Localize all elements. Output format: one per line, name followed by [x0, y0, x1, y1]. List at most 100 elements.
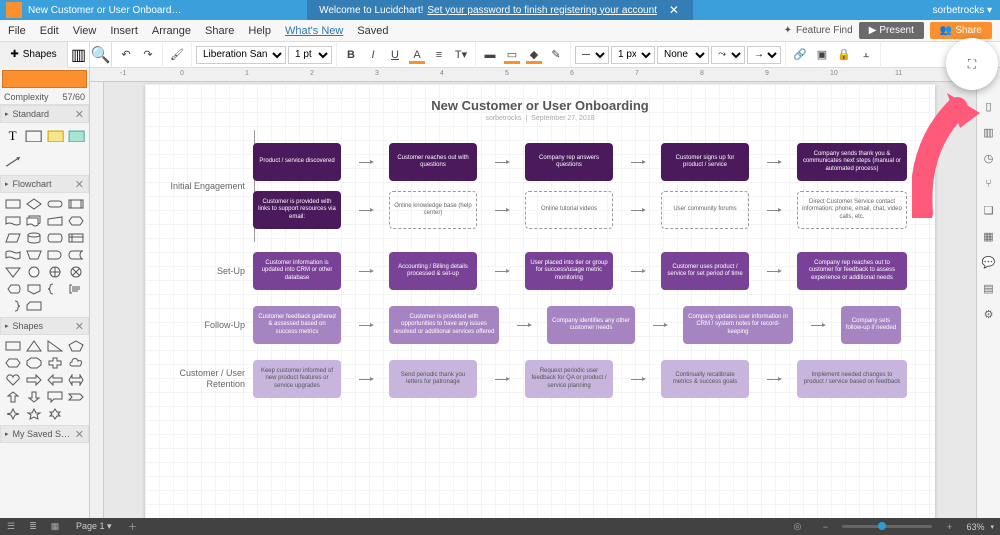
papertape-shape[interactable] [4, 248, 22, 262]
text-color-icon[interactable]: A [407, 45, 427, 65]
darrow-shape[interactable] [25, 390, 43, 404]
flow-box[interactable]: Company updates user information in CRM … [683, 306, 793, 344]
close-icon[interactable]: ✕ [75, 178, 84, 191]
line-color-icon[interactable]: ✎ [546, 45, 566, 65]
close-icon[interactable]: ✕ [75, 428, 84, 441]
text-tool-icon[interactable]: T [4, 127, 21, 145]
add-page-icon[interactable]: ＋ [122, 518, 144, 535]
present-layers-icon[interactable]: ▤ [981, 280, 997, 296]
flow-box[interactable]: Request periodic user feedback for QA or… [525, 360, 613, 398]
star5-shape[interactable] [25, 407, 43, 421]
zoom-slider[interactable] [842, 525, 932, 528]
phase-label[interactable]: Set-Up [163, 266, 253, 277]
lock-icon[interactable]: 🔒 [834, 45, 854, 65]
menu-insert[interactable]: Insert [110, 25, 138, 37]
redo-icon[interactable]: ↷ [138, 45, 158, 65]
line-width-select[interactable]: 1 px [611, 46, 655, 64]
flow-box[interactable]: Implement needed changes to product / se… [797, 360, 907, 398]
slides-icon[interactable]: ▥ [981, 124, 997, 140]
stored-data-shape[interactable] [67, 248, 85, 262]
uarrow-shape[interactable] [4, 390, 22, 404]
triangle-shape[interactable] [25, 339, 43, 353]
data-icon[interactable]: ⚙ [981, 306, 997, 322]
flow-box[interactable]: Accounting / Billing details processed &… [389, 252, 477, 290]
flow-box[interactable]: User placed into tier or group for succe… [525, 252, 613, 290]
italic-icon[interactable]: I [363, 45, 383, 65]
zoom-in-icon[interactable]: + [938, 518, 960, 535]
star6-shape[interactable] [46, 407, 64, 421]
octagon-shape[interactable] [25, 356, 43, 370]
preparation-shape[interactable] [67, 214, 85, 228]
page-title[interactable]: New Customer or User Onboarding [163, 98, 917, 113]
font-size-select[interactable]: 1 pt [288, 46, 332, 64]
page[interactable]: New Customer or User Onboarding sorbetro… [145, 84, 935, 518]
magnet-icon[interactable]: ⫠ [856, 45, 876, 65]
close-icon[interactable]: ✕ [667, 3, 681, 17]
callout-shape[interactable] [46, 390, 64, 404]
merge-shape[interactable] [4, 265, 22, 279]
flow-box[interactable]: Direct Customer Service contact informat… [797, 191, 907, 229]
present-button[interactable]: ▶Present [859, 22, 924, 39]
flow-box[interactable]: Product / service discovered [253, 143, 341, 181]
section-shapes[interactable]: ▸Shapes✕ [0, 317, 89, 335]
section-standard[interactable]: ▸Standard✕ [0, 105, 89, 123]
paint-format-icon[interactable]: 🖌 [167, 45, 187, 65]
flow-box[interactable]: Send periodic thank you letters for patr… [389, 360, 477, 398]
rarrow-shape[interactable] [25, 373, 43, 387]
menu-help[interactable]: Help [248, 25, 271, 37]
layers-icon[interactable]: ▣ [812, 45, 832, 65]
flow-box[interactable]: Company sets follow-up if needed [841, 306, 901, 344]
menu-edit[interactable]: Edit [40, 25, 59, 37]
pentagon-shape[interactable] [67, 339, 85, 353]
note-tool-icon[interactable] [47, 127, 64, 145]
delay-shape[interactable] [46, 248, 64, 262]
clock-icon[interactable]: ◷ [981, 150, 997, 166]
display-shape[interactable] [4, 282, 22, 296]
lrarrow-shape[interactable] [67, 373, 85, 387]
flow-box[interactable]: Company identifies any other customer ne… [547, 306, 635, 344]
rectangle-shape[interactable] [4, 339, 22, 353]
fullscreen-icon[interactable]: ⛶ [968, 57, 976, 72]
flow-box[interactable]: Keep customer informed of new product fe… [253, 360, 341, 398]
grid-icon[interactable]: ▦ [981, 228, 997, 244]
process-shape[interactable] [4, 197, 22, 211]
rect-tool-icon[interactable] [25, 127, 42, 145]
heart-shape[interactable] [4, 373, 22, 387]
lstep-shape[interactable] [67, 390, 85, 404]
star4-shape[interactable] [4, 407, 22, 421]
link-icon[interactable]: 🔗 [790, 45, 810, 65]
menu-view[interactable]: View [73, 25, 97, 37]
hexagon-shape[interactable] [4, 356, 22, 370]
direct-data-shape[interactable] [46, 231, 64, 245]
locate-icon[interactable]: ◎ [786, 518, 808, 535]
page-icon[interactable]: ▯ [981, 98, 997, 114]
layers-toggle-icon[interactable]: ☰ [0, 518, 22, 535]
arrow-end-select[interactable]: → [747, 46, 781, 64]
manual-input-shape[interactable] [46, 214, 64, 228]
branch-icon[interactable]: ⑂ [981, 176, 997, 192]
doc-title[interactable]: New Customer or User Onboard… [28, 5, 181, 16]
flow-box[interactable]: Customer signs up for product / service [661, 143, 749, 181]
flow-box[interactable]: Company rep reaches out to customer for … [797, 252, 907, 290]
align-icon[interactable]: ≡ [429, 45, 449, 65]
section-flowchart[interactable]: ▸Flowchart✕ [0, 175, 89, 193]
phase-label[interactable]: Customer / User Retention [163, 368, 253, 390]
flow-box[interactable]: Company sends thank you & communicates n… [797, 143, 907, 181]
flow-box[interactable]: User community forums [661, 191, 749, 229]
line-style-select[interactable]: — [575, 46, 609, 64]
flow-box[interactable]: Continually recalibrate metrics & succes… [661, 360, 749, 398]
dock-icon[interactable]: ▥ [68, 42, 90, 68]
or-shape[interactable] [46, 265, 64, 279]
list-view-icon[interactable]: ≣ [22, 518, 44, 535]
menu-whats-new[interactable]: What's New [285, 25, 343, 37]
feature-find[interactable]: ✦ Feature Find [784, 25, 853, 36]
user-menu[interactable]: sorbetrocks ▾ [933, 5, 992, 16]
predefined-shape[interactable] [67, 197, 85, 211]
fill-color-icon[interactable]: ◆ [524, 45, 544, 65]
close-icon[interactable]: ✕ [75, 320, 84, 333]
hotspot-tool-icon[interactable] [68, 127, 85, 145]
summing-shape[interactable] [67, 265, 85, 279]
flow-box[interactable]: Online tutorial videos [525, 191, 613, 229]
note-shape[interactable] [67, 282, 85, 296]
canvas[interactable]: -1 0 1 2 3 4 5 6 7 8 9 10 11 New Custome… [90, 68, 976, 518]
